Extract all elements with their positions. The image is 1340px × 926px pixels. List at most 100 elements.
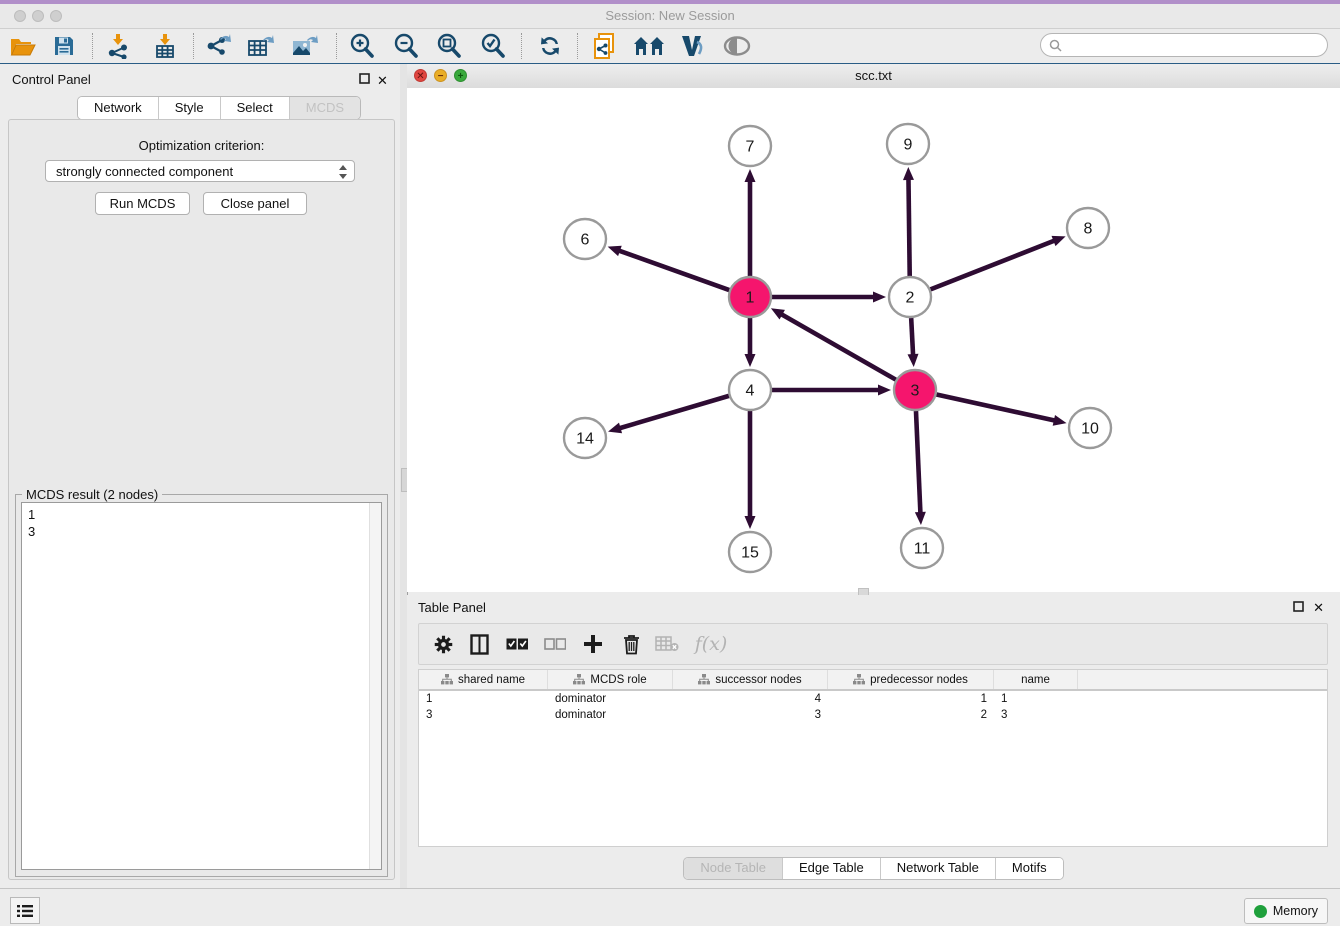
arrowhead-icon (908, 354, 919, 367)
open-session-icon[interactable] (4, 31, 42, 61)
graph-node-label: 2 (906, 290, 915, 307)
mcds-result-title: MCDS result (2 nodes) (22, 487, 162, 502)
graph-node-label: 6 (581, 232, 590, 249)
column-panel-icon[interactable] (465, 631, 493, 657)
edge-4-14[interactable] (619, 396, 729, 429)
graph-node-label: 10 (1081, 421, 1099, 438)
edge-3-10[interactable] (936, 394, 1055, 420)
apply-style-icon[interactable] (673, 31, 711, 61)
save-session-icon[interactable] (45, 31, 83, 61)
toolbar-separator (521, 33, 522, 59)
arrowhead-icon (608, 246, 622, 256)
network-window-titlebar[interactable]: ✕ − + scc.txt (407, 64, 1340, 89)
control-panel-float-icon[interactable] (359, 73, 370, 84)
table-cell[interactable]: dominator (548, 691, 673, 707)
duplicate-network-icon[interactable] (586, 31, 624, 61)
arrowhead-icon (873, 292, 886, 303)
refresh-layout-icon[interactable] (531, 31, 569, 61)
table-cell[interactable]: 2 (828, 707, 994, 723)
arrowhead-icon (915, 512, 926, 525)
window-title: Session: New Session (0, 8, 1340, 23)
deselect-all-icon[interactable] (541, 631, 569, 657)
graph-node-label: 7 (746, 139, 755, 156)
export-network-icon[interactable] (199, 31, 237, 61)
export-image-icon[interactable] (286, 31, 324, 61)
control-panel-close-icon[interactable]: ✕ (377, 73, 388, 89)
gear-icon[interactable] (429, 631, 457, 657)
column-header-predecessor-nodes[interactable]: predecessor nodes (828, 670, 994, 689)
toolbar-separator (336, 33, 337, 59)
network-canvas[interactable]: 7968124314101511 (407, 88, 1340, 592)
table-row[interactable]: 1dominator411 (419, 691, 1327, 707)
arrowhead-icon (1052, 236, 1066, 246)
memory-label: Memory (1273, 904, 1318, 918)
column-header-name[interactable]: name (994, 670, 1078, 689)
network-window-title: scc.txt (407, 68, 1340, 83)
import-table-icon[interactable] (146, 31, 184, 61)
table-cell[interactable]: dominator (548, 707, 673, 723)
import-network-icon[interactable] (99, 31, 137, 61)
zoom-in-icon[interactable] (343, 31, 381, 61)
arrowhead-icon (745, 169, 756, 182)
export-table-icon[interactable] (242, 31, 280, 61)
memory-button[interactable]: Memory (1244, 898, 1328, 924)
scrollbar[interactable] (369, 503, 381, 869)
zoom-out-icon[interactable] (387, 31, 425, 61)
edge-2-8[interactable] (931, 240, 1056, 289)
table-panel-tabs: Node TableEdge TableNetwork TableMotifs (683, 857, 1063, 880)
tab-mcds[interactable]: MCDS (290, 97, 360, 119)
table-panel-float-icon[interactable] (1293, 601, 1304, 612)
edge-2-9[interactable] (908, 178, 909, 276)
edge-2-3[interactable] (911, 318, 913, 356)
table-cell[interactable]: 3 (994, 707, 1078, 723)
mcds-result-line: 1 (28, 506, 375, 523)
delete-icon[interactable] (617, 631, 645, 657)
mcds-result-line: 3 (28, 523, 375, 540)
edge-3-11[interactable] (916, 411, 920, 514)
window-titlebar: Session: New Session (0, 4, 1340, 29)
task-history-button[interactable] (10, 897, 40, 924)
table-cell[interactable]: 1 (828, 691, 994, 707)
run-mcds-button[interactable]: Run MCDS (95, 192, 190, 215)
select-all-icon[interactable] (503, 631, 531, 657)
table-cell[interactable]: 4 (673, 691, 828, 707)
table-panel-close-icon[interactable]: ✕ (1313, 600, 1324, 616)
tab-node-table[interactable]: Node Table (684, 858, 783, 879)
zoom-selected-icon[interactable] (474, 31, 512, 61)
table-cell[interactable]: 1 (419, 691, 548, 707)
tab-motifs[interactable]: Motifs (996, 858, 1063, 879)
graph-node-label: 11 (914, 541, 931, 558)
tab-select[interactable]: Select (221, 97, 290, 119)
tab-network[interactable]: Network (78, 97, 159, 119)
status-bar: Memory (0, 888, 1340, 926)
column-header-MCDS-role[interactable]: MCDS role (548, 670, 673, 689)
optimization-criterion-select[interactable]: strongly connected component (45, 160, 355, 182)
add-icon[interactable] (579, 631, 607, 657)
column-header-shared-name[interactable]: shared name (419, 670, 548, 689)
arrowhead-icon (745, 516, 756, 529)
control-panel-body: Optimization criterion: strongly connect… (8, 119, 395, 880)
mcds-result-textarea[interactable]: 13 (21, 502, 382, 870)
edge-1-6[interactable] (618, 250, 729, 290)
zoom-fit-icon[interactable] (430, 31, 468, 61)
tab-network-table[interactable]: Network Table (881, 858, 996, 879)
delete-table-icon[interactable] (653, 631, 681, 657)
close-panel-button[interactable]: Close panel (203, 192, 307, 215)
edge-3-1[interactable] (780, 314, 895, 380)
node-table[interactable]: shared nameMCDS rolesuccessor nodesprede… (418, 669, 1328, 847)
tab-style[interactable]: Style (159, 97, 221, 119)
toolbar-separator (92, 33, 93, 59)
table-header-row: shared nameMCDS rolesuccessor nodesprede… (419, 670, 1327, 691)
function-builder-icon[interactable]: f(x) (691, 631, 731, 657)
table-row[interactable]: 3dominator323 (419, 707, 1327, 723)
search-input[interactable] (1040, 33, 1328, 57)
table-cell[interactable]: 3 (673, 707, 828, 723)
tab-edge-table[interactable]: Edge Table (783, 858, 881, 879)
hide-selected-icon[interactable] (718, 31, 756, 61)
control-panel-title: Control Panel (12, 72, 91, 87)
first-neighbors-icon[interactable] (630, 31, 668, 61)
table-cell[interactable]: 3 (419, 707, 548, 723)
table-panel-title: Table Panel (418, 600, 486, 615)
column-header-successor-nodes[interactable]: successor nodes (673, 670, 828, 689)
table-cell[interactable]: 1 (994, 691, 1078, 707)
